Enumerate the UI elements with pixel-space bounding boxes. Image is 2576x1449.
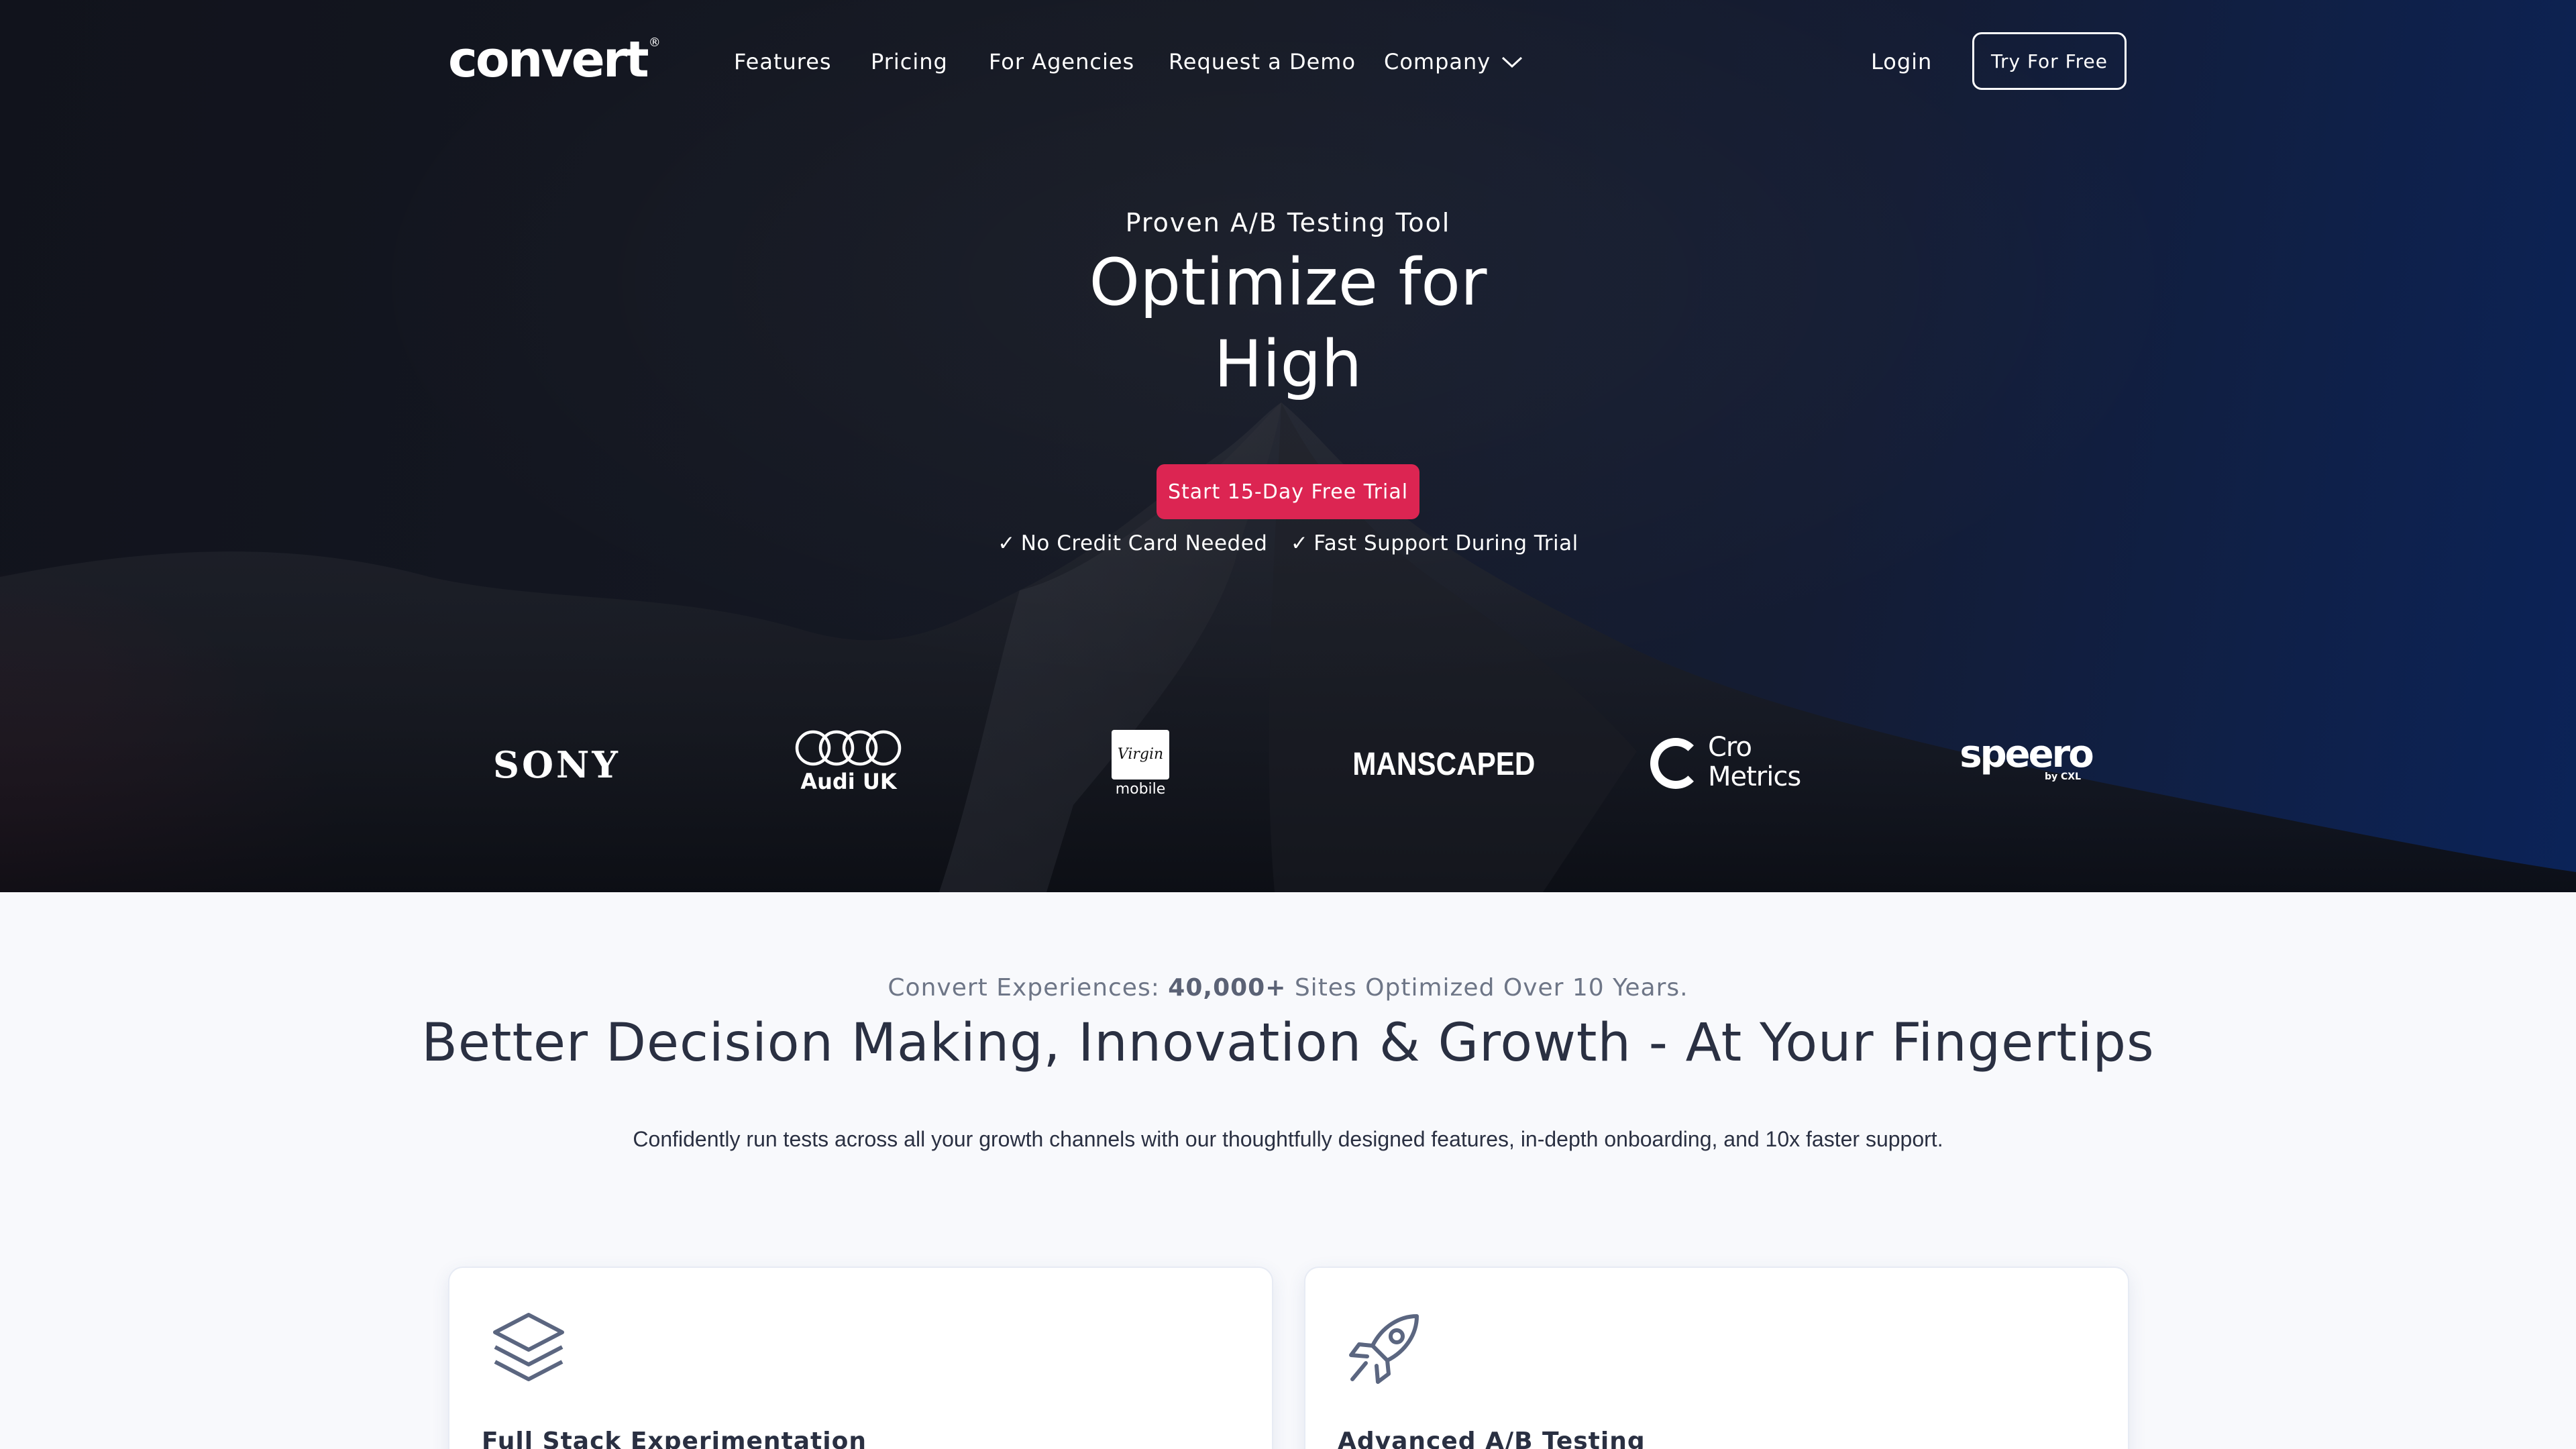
hero-section: convert ® Features Pricing For Agencies R… — [0, 0, 2576, 892]
headline-line-2: High — [1214, 327, 1362, 402]
try-for-free-button[interactable]: Try For Free — [1972, 32, 2127, 90]
audi-label: Audi UK — [800, 769, 897, 794]
eyebrow-prefix: Convert Experiences: — [888, 974, 1169, 1002]
virgin-sub-label: mobile — [1115, 781, 1166, 798]
sony-logo: SONY — [493, 743, 621, 786]
eyebrow-highlight: 40,000+ — [1168, 974, 1287, 1002]
nav-company[interactable]: Company — [1384, 46, 1524, 78]
logo-registered-mark: ® — [648, 36, 661, 50]
nav-pricing[interactable]: Pricing — [871, 46, 948, 78]
hero-eyebrow: Proven A/B Testing Tool — [1125, 208, 1451, 237]
top-navigation: convert ® Features Pricing For Agencies R… — [0, 0, 2576, 121]
cro-line-1: Cro — [1708, 732, 1752, 763]
speero-wordmark: speero — [1960, 733, 2094, 776]
perk-fast-support: ✓ Fast Support During Trial — [1291, 531, 1578, 555]
speero-logo: speero by CXL — [1945, 733, 2106, 783]
manscaped-logo: MANSCAPED — [1352, 747, 1536, 782]
nav-request-demo[interactable]: Request a Demo — [1169, 46, 1356, 78]
card-title: Advanced A/B Testing — [1338, 1428, 1646, 1449]
eyebrow-suffix: Sites Optimized Over 10 Years. — [1286, 974, 1688, 1002]
feature-card-full-stack[interactable]: Full Stack Experimentation — [449, 1268, 1272, 1449]
virgin-mobile-logo: Virgin mobile — [1087, 730, 1194, 800]
layers-icon — [493, 1313, 564, 1381]
nav-features[interactable]: Features — [734, 46, 832, 78]
start-free-trial-button[interactable]: Start 15-Day Free Trial — [1157, 464, 1419, 519]
crometrics-wordmark: Cro Metrics — [1708, 733, 1801, 792]
feature-card-ab-testing[interactable]: Advanced A/B Testing — [1305, 1268, 2128, 1449]
audi-rings-icon — [795, 730, 902, 766]
nav-company-label: Company — [1384, 49, 1491, 74]
crometrics-ring-icon — [1650, 738, 1701, 789]
speero-sub-label: by CXL — [2045, 771, 2082, 782]
hero-headline: Optimize for High — [953, 241, 1623, 405]
cro-line-2: Metrics — [1708, 761, 1801, 792]
perk-no-credit-card: ✓ No Credit Card Needed — [998, 531, 1267, 555]
check-icon: ✓ — [998, 531, 1016, 555]
check-icon: ✓ — [1290, 531, 1309, 555]
convert-logo[interactable]: convert ® — [448, 30, 661, 90]
virgin-mark: Virgin — [1112, 730, 1169, 780]
audi-uk-logo: Audi UK — [778, 728, 919, 795]
login-link[interactable]: Login — [1871, 46, 1932, 78]
perk-label: No Credit Card Needed — [1020, 531, 1268, 555]
mountain-background — [0, 402, 2576, 892]
trial-perks: ✓ No Credit Card Needed ✓ Fast Support Dur… — [953, 531, 1623, 555]
card-title: Full Stack Experimentation — [482, 1428, 867, 1449]
perk-label: Fast Support During Trial — [1313, 531, 1578, 555]
features-description: Confidently run tests across all your gr… — [633, 1127, 1943, 1151]
features-title: Better Decision Making, Innovation & Gro… — [421, 1013, 2155, 1073]
features-eyebrow: Convert Experiences: 40,000+ Sites Optim… — [0, 974, 2576, 1002]
chevron-down-icon — [1502, 56, 1523, 68]
headline-line-1: Optimize for — [1089, 245, 1487, 320]
rocket-icon — [1349, 1314, 1419, 1384]
nav-for-agencies[interactable]: For Agencies — [989, 46, 1134, 78]
logo-wordmark: convert — [448, 31, 649, 89]
